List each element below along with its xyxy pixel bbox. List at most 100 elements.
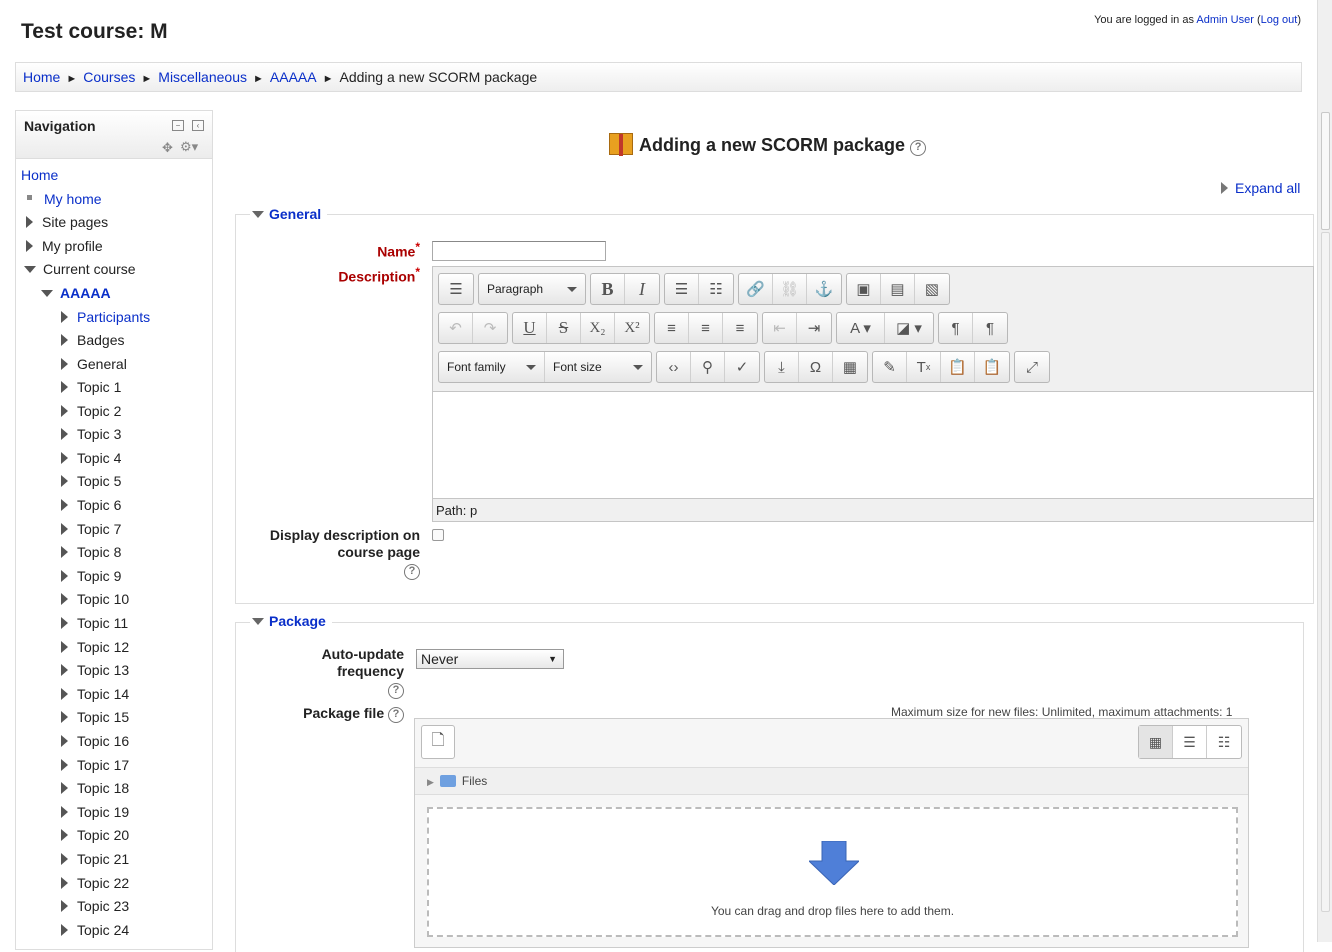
package-legend[interactable]: Package	[250, 613, 332, 629]
dock-block-icon[interactable]: ‹	[192, 120, 204, 131]
paste-word-icon[interactable]: 📋	[975, 352, 1009, 382]
spellcheck-icon[interactable]: ✓	[725, 352, 759, 382]
breadcrumb-miscellaneous[interactable]: Miscellaneous	[158, 69, 247, 85]
name-input[interactable]	[432, 241, 606, 261]
align-right-icon[interactable]: ≡	[723, 313, 757, 343]
numbered-list-icon[interactable]: ☷	[699, 274, 733, 304]
nav-topic[interactable]: Topic 4	[61, 450, 121, 466]
auto-update-select[interactable]: Never ▼	[416, 649, 564, 669]
nav-topic[interactable]: Topic 19	[61, 804, 129, 820]
anchor-icon[interactable]: ⚓	[807, 274, 841, 304]
manage-files-icon[interactable]: ▧	[915, 274, 949, 304]
redo-icon[interactable]: ↷	[473, 313, 507, 343]
strikethrough-icon[interactable]: S	[547, 313, 581, 343]
display-description-checkbox[interactable]	[432, 529, 444, 541]
help-icon[interactable]: ?	[388, 707, 404, 723]
general-legend[interactable]: General	[250, 206, 328, 222]
undo-icon[interactable]: ↶	[439, 313, 473, 343]
rtl-icon[interactable]: ¶	[973, 313, 1007, 343]
nav-topic[interactable]: Topic 16	[61, 733, 129, 749]
nav-topic[interactable]: Topic 14	[61, 686, 129, 702]
help-icon[interactable]: ?	[388, 683, 404, 699]
table-icon[interactable]: ▦	[833, 352, 867, 382]
nav-topic[interactable]: Topic 12	[61, 639, 129, 655]
paragraph-select[interactable]: Paragraph	[479, 274, 585, 304]
list-view-icon[interactable]: ☰	[1173, 726, 1207, 758]
cleanup-icon[interactable]: ✎	[873, 352, 907, 382]
subscript-icon[interactable]: X₂	[581, 313, 615, 343]
link-icon[interactable]: 🔗	[739, 274, 773, 304]
user-link[interactable]: Admin User	[1196, 14, 1253, 26]
font-size-select[interactable]: Font size	[545, 352, 651, 382]
clear-formatting-icon[interactable]: Tx	[907, 352, 941, 382]
nav-topic[interactable]: Topic 6	[61, 497, 121, 513]
nav-course-label[interactable]: AAAAA	[60, 285, 111, 301]
toolbar-toggle-icon[interactable]: ☰	[439, 274, 473, 304]
nav-topic[interactable]: Topic 15	[61, 709, 129, 725]
expand-all-link[interactable]: Expand all	[1235, 180, 1300, 196]
collapse-block-icon[interactable]: −	[172, 120, 184, 131]
nav-topic[interactable]: Topic 2	[61, 403, 121, 419]
help-icon[interactable]: ?	[910, 140, 927, 156]
align-left-icon[interactable]: ≡	[655, 313, 689, 343]
nav-topic[interactable]: Topic 11	[61, 615, 128, 631]
nav-topic[interactable]: Topic 9	[61, 568, 121, 584]
unlink-icon[interactable]: ⛓	[773, 274, 807, 304]
gear-icon[interactable]: ⚙▾	[180, 139, 198, 155]
expand-all[interactable]: Expand all	[1221, 180, 1300, 196]
help-icon[interactable]: ?	[404, 564, 420, 580]
nav-participants-label[interactable]: Participants	[77, 309, 150, 325]
move-icon[interactable]: ✥	[162, 140, 173, 156]
nav-topic[interactable]: Topic 23	[61, 898, 129, 914]
italic-icon[interactable]: I	[625, 274, 659, 304]
nav-topic[interactable]: Topic 3	[61, 426, 121, 442]
breadcrumb-home[interactable]: Home	[23, 69, 60, 85]
text-color-icon[interactable]: A ▾	[837, 313, 885, 343]
nav-topic[interactable]: Topic 5	[61, 473, 121, 489]
nav-my-profile[interactable]: My profile	[26, 238, 103, 254]
media-icon[interactable]: ▤	[881, 274, 915, 304]
drop-zone[interactable]: You can drag and drop files here to add …	[427, 807, 1238, 937]
nav-badges[interactable]: Badges	[61, 332, 124, 348]
image-icon[interactable]: ▣	[847, 274, 881, 304]
ltr-icon[interactable]: ¶	[939, 313, 973, 343]
indent-icon[interactable]: ⇥	[797, 313, 831, 343]
nav-topic[interactable]: Topic 13	[61, 662, 129, 678]
bullet-list-icon[interactable]: ☰	[665, 274, 699, 304]
breadcrumb-course[interactable]: AAAAA	[270, 69, 317, 85]
nav-current-course[interactable]: Current course	[24, 261, 136, 277]
scrollbar-thumb[interactable]	[1321, 112, 1330, 230]
editor-content-area[interactable]	[433, 391, 1313, 499]
paste-text-icon[interactable]: 📋	[941, 352, 975, 382]
nav-topic[interactable]: Topic 21	[61, 851, 129, 867]
bold-icon[interactable]: B	[591, 274, 625, 304]
nav-participants[interactable]: Participants	[61, 309, 150, 325]
nav-topic[interactable]: Topic 24	[61, 922, 129, 938]
icons-view-icon[interactable]: ▦	[1139, 726, 1173, 758]
special-char-icon[interactable]: Ω	[799, 352, 833, 382]
breadcrumb-courses[interactable]: Courses	[83, 69, 135, 85]
nav-site-pages[interactable]: Site pages	[26, 214, 108, 230]
html-source-icon[interactable]: ‹›	[657, 352, 691, 382]
moodle-media-icon[interactable]: ⤓	[765, 352, 799, 382]
nav-general[interactable]: General	[61, 356, 127, 372]
nav-my-home[interactable]: My home	[21, 191, 102, 207]
nav-topic[interactable]: Topic 17	[61, 757, 129, 773]
nav-home[interactable]: Home	[21, 167, 58, 183]
nav-course[interactable]: AAAAA	[41, 285, 111, 301]
nav-topic[interactable]: Topic 1	[61, 379, 121, 395]
nav-topic[interactable]: Topic 7	[61, 521, 121, 537]
add-file-icon[interactable]: 🗋	[421, 725, 455, 759]
nav-topic[interactable]: Topic 20	[61, 827, 129, 843]
folder-label[interactable]: Files	[462, 774, 487, 788]
underline-icon[interactable]: U	[513, 313, 547, 343]
nav-topic[interactable]: Topic 8	[61, 544, 121, 560]
font-family-select[interactable]: Font family	[439, 352, 545, 382]
nav-topic[interactable]: Topic 22	[61, 875, 129, 891]
nav-my-home-label[interactable]: My home	[44, 191, 102, 207]
tree-view-icon[interactable]: ☷	[1207, 726, 1241, 758]
superscript-icon[interactable]: X²	[615, 313, 649, 343]
expand-arrow-icon[interactable]: ▶	[427, 777, 434, 787]
fullscreen-icon[interactable]: ⤢	[1015, 352, 1049, 382]
nav-topic[interactable]: Topic 10	[61, 591, 129, 607]
